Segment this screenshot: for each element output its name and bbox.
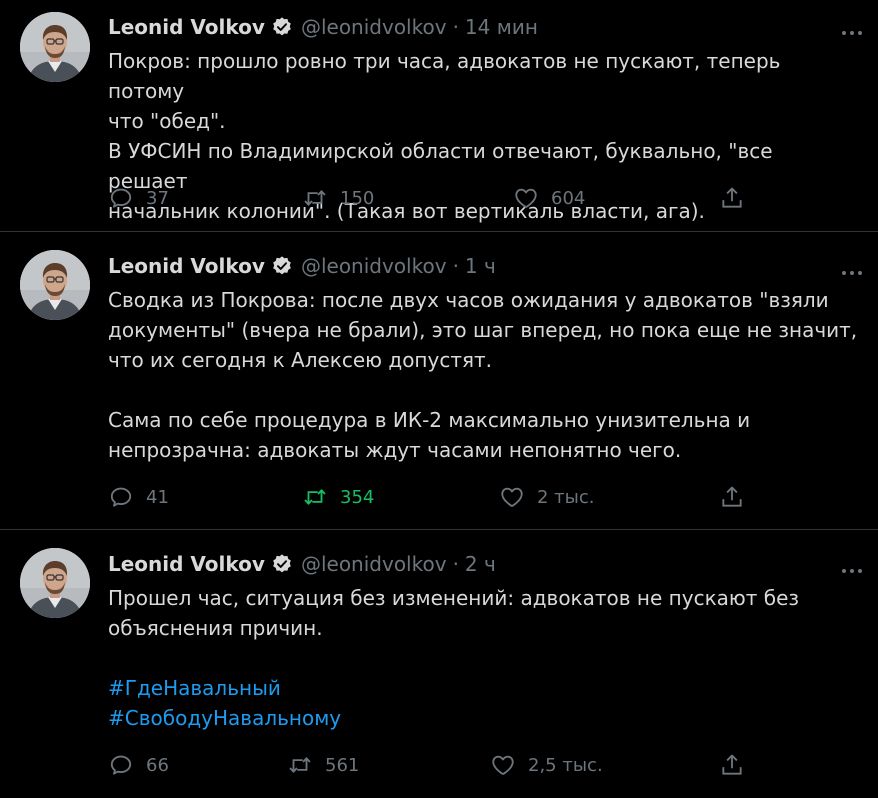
separator-dot: ·: [452, 552, 459, 576]
retweet-button[interactable]: 354: [302, 484, 374, 510]
tweet-line: [108, 375, 858, 405]
retweet-count: 354: [340, 486, 375, 508]
tweet-header: Leonid Volkov @leonidvolkov · 1 ч: [108, 251, 496, 281]
tweet[interactable]: Leonid Volkov @leonidvolkov · 14 мин Пок…: [0, 0, 878, 232]
tweet-text: Прошел час, ситуация без изменений: адво…: [108, 583, 858, 733]
more-options-icon[interactable]: [840, 260, 864, 275]
like-icon: [499, 484, 525, 510]
avatar[interactable]: [20, 250, 90, 320]
retweet-icon: [302, 484, 328, 510]
share-button[interactable]: [719, 484, 745, 510]
avatar[interactable]: [20, 12, 90, 82]
tweet-line: Сводка из Покрова: после двух часов ожид…: [108, 288, 829, 312]
author-name[interactable]: Leonid Volkov: [108, 15, 265, 39]
verified-badge-icon: [271, 255, 293, 277]
separator-dot: ·: [452, 254, 459, 278]
like-count: 2 тыс.: [537, 486, 595, 508]
reply-icon: [108, 484, 134, 510]
tweet-header: Leonid Volkov @leonidvolkov · 2 ч: [108, 549, 496, 579]
avatar-image: [20, 548, 90, 618]
retweet-count: 150: [340, 187, 375, 209]
tweet-timestamp[interactable]: 2 ч: [465, 552, 496, 576]
like-button[interactable]: 2 тыс.: [499, 484, 595, 510]
tweet[interactable]: Leonid Volkov @leonidvolkov · 2 ч Прошел…: [0, 530, 878, 798]
tweet-line: Покров: прошло ровно три часа, адвокатов…: [108, 49, 781, 103]
reply-button[interactable]: 41: [108, 484, 169, 510]
avatar-image: [20, 12, 90, 82]
like-icon: [513, 185, 539, 211]
share-button[interactable]: [719, 185, 745, 211]
retweet-button[interactable]: 150: [302, 185, 374, 211]
verified-badge-icon: [271, 16, 293, 38]
separator-dot: ·: [452, 15, 459, 39]
like-button[interactable]: 604: [513, 185, 585, 211]
like-count: 604: [551, 187, 586, 209]
tweet-line: документы" (вчера не брали), это шаг впе…: [108, 318, 858, 342]
tweet-header: Leonid Volkov @leonidvolkov · 14 мин: [108, 12, 538, 42]
author-handle[interactable]: @leonidvolkov: [301, 15, 447, 39]
more-options-icon[interactable]: [840, 558, 864, 573]
avatar-image: [20, 250, 90, 320]
author-name[interactable]: Leonid Volkov: [108, 552, 265, 576]
tweet-line: непрозрачна: адвокаты ждут часами непоня…: [108, 438, 682, 462]
retweet-button[interactable]: 561: [287, 752, 359, 778]
retweet-icon: [287, 752, 313, 778]
tweet-line: Сама по себе процедура в ИК-2 максимальн…: [108, 408, 751, 432]
like-icon: [490, 752, 516, 778]
reply-count: 37: [146, 187, 169, 209]
tweet-actions: 66 561 2,5 тыс.: [108, 750, 768, 780]
reply-icon: [108, 752, 134, 778]
hashtag-link[interactable]: #СвободуНавальному: [108, 706, 341, 730]
tweet-line: Прошел час, ситуация без изменений: адво…: [108, 586, 800, 610]
tweet-actions: 41 354 2 тыс.: [108, 482, 768, 512]
tweet-timestamp[interactable]: 14 мин: [465, 15, 538, 39]
reply-button[interactable]: 66: [108, 752, 169, 778]
more-options-icon[interactable]: [840, 20, 864, 35]
tweet-line: объяснения причин.: [108, 616, 323, 640]
retweet-icon: [302, 185, 328, 211]
tweet-line: что "обед".: [108, 109, 226, 133]
hashtag-link[interactable]: #ГдеНавальный: [108, 676, 281, 700]
author-handle[interactable]: @leonidvolkov: [301, 254, 447, 278]
tweet-line: что их сегодня к Алексею допустят.: [108, 348, 493, 372]
author-name[interactable]: Leonid Volkov: [108, 254, 265, 278]
share-button[interactable]: [719, 752, 745, 778]
share-icon: [719, 484, 745, 510]
share-icon: [719, 185, 745, 211]
like-button[interactable]: 2,5 тыс.: [490, 752, 603, 778]
author-handle[interactable]: @leonidvolkov: [301, 552, 447, 576]
share-icon: [719, 752, 745, 778]
reply-icon: [108, 185, 134, 211]
tweet[interactable]: Leonid Volkov @leonidvolkov · 1 ч Сводка…: [0, 232, 878, 530]
retweet-count: 561: [325, 754, 360, 776]
reply-count: 41: [146, 486, 169, 508]
verified-badge-icon: [271, 553, 293, 575]
like-count: 2,5 тыс.: [528, 754, 603, 776]
tweet-actions: 37 150 604: [108, 183, 768, 213]
reply-count: 66: [146, 754, 169, 776]
reply-button[interactable]: 37: [108, 185, 169, 211]
tweet-timestamp[interactable]: 1 ч: [465, 254, 496, 278]
avatar[interactable]: [20, 548, 90, 618]
tweet-text: Сводка из Покрова: после двух часов ожид…: [108, 285, 858, 465]
